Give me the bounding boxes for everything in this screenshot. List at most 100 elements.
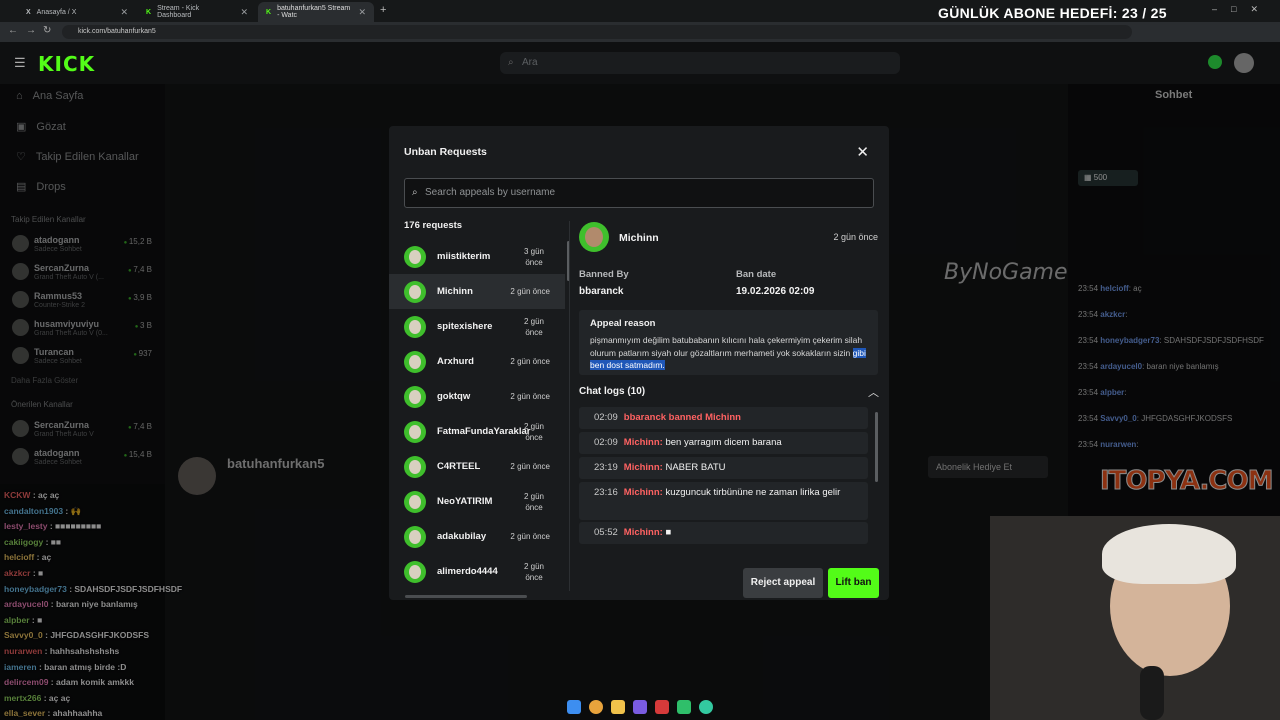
avatar <box>404 421 426 443</box>
request-username: alimerdo4444 <box>437 566 498 577</box>
status-icon[interactable] <box>1208 55 1222 69</box>
request-list-item[interactable]: adakubilay 2 gün önce <box>389 519 565 554</box>
request-time: 2 gün önce <box>523 492 545 512</box>
sub-goal-overlay: GÜNLÜK ABONE HEDEFİ: 23 / 25 <box>938 5 1167 21</box>
taskbar <box>555 698 725 720</box>
avatar <box>404 526 426 548</box>
banned-by-label: Banned By <box>579 269 629 280</box>
chrome-icon[interactable] <box>589 700 603 714</box>
request-time: 2 gün önce <box>510 532 550 541</box>
appeal-title: Appeal reason <box>590 318 656 329</box>
log-time: 23:19 <box>594 462 618 473</box>
new-tab-icon[interactable]: + <box>380 4 386 16</box>
request-list-item[interactable]: Michinn 2 gün önce <box>389 274 565 309</box>
avatar <box>404 456 426 478</box>
ban-date-label: Ban date <box>736 269 777 280</box>
logs-scrollbar[interactable] <box>875 412 878 482</box>
search-placeholder: Ara <box>522 57 538 68</box>
detail-time: 2 gün önce <box>833 232 878 242</box>
avatar <box>404 281 426 303</box>
request-username: NeoYATIRIM <box>437 496 493 507</box>
browser-tab-x[interactable]: X Anasayfa / X ✕ <box>18 2 136 22</box>
request-list: miistikterim 3 gün önce Michinn 2 gün önce s… <box>389 239 565 597</box>
close-icon[interactable]: ✕ <box>240 7 248 18</box>
log-username: Michinn: <box>623 437 663 448</box>
start-icon[interactable] <box>567 700 581 714</box>
menu-icon[interactable]: ☰ <box>14 55 26 71</box>
close-icon[interactable]: ✕ <box>358 7 366 18</box>
kick-icon: K <box>146 8 152 16</box>
browser-tab-stream[interactable]: K batuhanfurkan5 Stream - Watc ✕ <box>258 2 374 22</box>
request-list-item[interactable]: goktqw 2 gün önce <box>389 379 565 414</box>
chat-log-entry: 02:09 bbaranck banned Michinn <box>579 407 868 429</box>
banned-by-value: bbaranck <box>579 286 624 297</box>
log-username: Michinn: <box>623 527 663 538</box>
discord-icon[interactable] <box>633 700 647 714</box>
log-time: 02:09 <box>594 437 618 448</box>
request-list-item[interactable]: NeoYATIRIM 2 gün önce <box>389 484 565 519</box>
request-username: miistikterim <box>437 251 491 262</box>
request-list-item[interactable]: Arxhurd 2 gün önce <box>389 344 565 379</box>
kick-icon: K <box>266 8 272 16</box>
streamer-hair <box>1102 524 1236 584</box>
close-icon[interactable]: ✕ <box>120 7 128 18</box>
close-icon[interactable]: ✕ <box>856 143 869 161</box>
site-search-input[interactable]: ⌕ Ara <box>500 52 900 74</box>
avatar <box>404 561 426 583</box>
appeals-search-input[interactable]: ⌕ Search appeals by username <box>404 178 874 208</box>
request-time: 2 gün önce <box>523 317 545 337</box>
request-list-item[interactable]: C4RTEEL 2 gün önce <box>389 449 565 484</box>
window-controls[interactable]: –□✕ <box>1212 4 1272 15</box>
appeal-reason-box: Appeal reason pişmanmıyım değilim batuba… <box>579 310 878 375</box>
chat-logs-heading: Chat logs (10) <box>579 386 646 397</box>
request-username: C4RTEEL <box>437 461 481 472</box>
reload-icon[interactable]: ↻ <box>43 25 51 36</box>
request-list-item[interactable]: spitexishere 2 gün önce <box>389 309 565 344</box>
url-text: kick.com/batuhanfurkan5 <box>78 28 156 35</box>
horizontal-scrollbar[interactable] <box>405 595 527 598</box>
browser-tab-dashboard[interactable]: K Stream - Kick Dashboard ✕ <box>138 2 256 22</box>
request-username: FatmaFundaYaraklar <box>437 426 531 437</box>
tab-label: Anasayfa / X <box>36 8 77 16</box>
request-username: goktqw <box>437 391 471 402</box>
folder-icon[interactable] <box>611 700 625 714</box>
kick-logo[interactable]: KICK <box>38 52 95 76</box>
log-time: 02:09 <box>594 412 618 423</box>
request-time: 3 gün önce <box>523 247 545 267</box>
avatar <box>404 491 426 513</box>
chat-log-entry: 23:19 Michinn: NABER BATU <box>579 457 868 479</box>
app-icon[interactable] <box>699 700 713 714</box>
log-time: 23:16 <box>594 487 618 498</box>
app-icon[interactable] <box>677 700 691 714</box>
log-message: ■ <box>665 527 672 538</box>
back-icon[interactable]: ← <box>8 25 18 36</box>
chat-log-entry: 23:16 Michinn: kuzguncuk tirbününe ne zam… <box>579 482 868 520</box>
app-icon[interactable] <box>655 700 669 714</box>
webcam-feed <box>990 516 1280 720</box>
address-bar: ← → ↻ kick.com/batuhanfurkan5 <box>0 22 1280 42</box>
log-message: kuzguncuk tirbününe ne zaman lirika geli… <box>665 487 841 498</box>
reject-appeal-button[interactable]: Reject appeal <box>743 568 823 598</box>
log-time: 05:52 <box>594 527 618 538</box>
avatar[interactable] <box>1234 53 1254 73</box>
request-list-item[interactable]: FatmaFundaYaraklar 2 gün önce <box>389 414 565 449</box>
request-time: 2 gün önce <box>510 287 550 296</box>
url-field[interactable]: kick.com/batuhanfurkan5 <box>62 25 1132 39</box>
unban-requests-modal: Unban Requests ✕ ⌕ Search appeals by use… <box>389 126 889 600</box>
forward-icon[interactable]: → <box>26 25 36 36</box>
chat-log-entry: 02:09 Michinn: ben yarragım dicem barana <box>579 432 868 454</box>
request-time: 2 gün önce <box>523 422 545 442</box>
avatar <box>404 351 426 373</box>
request-list-item[interactable]: alimerdo4444 2 gün önce <box>389 554 565 589</box>
modal-title: Unban Requests <box>404 146 487 158</box>
chevron-up-icon[interactable]: ︿ <box>868 384 879 400</box>
request-count: 176 requests <box>404 220 463 231</box>
avatar <box>404 386 426 408</box>
request-list-item[interactable]: miistikterim 3 gün önce <box>389 239 565 274</box>
divider <box>569 221 570 591</box>
x-icon: X <box>26 8 31 16</box>
detail-username: Michinn <box>619 232 659 244</box>
appeal-text: pişmanmıyım değilim batubabanın kılıcını… <box>590 334 867 372</box>
appeal-text-part: pişmanmıyım değilim batubabanın kılıcını… <box>590 335 863 358</box>
lift-ban-button[interactable]: Lift ban <box>828 568 879 598</box>
